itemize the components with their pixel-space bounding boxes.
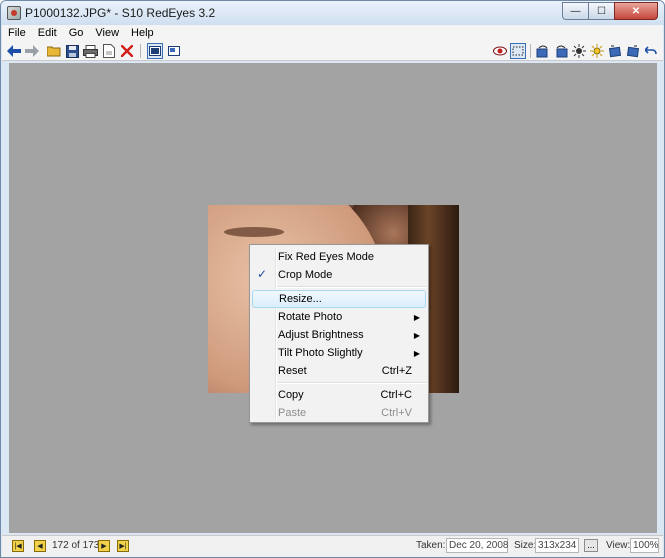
previous-photo-icon[interactable]: ◀ bbox=[34, 540, 46, 552]
open-folder-icon[interactable] bbox=[46, 43, 62, 59]
window-title: P1000132.JPG* - S10 RedEyes 3.2 bbox=[25, 6, 216, 20]
menu-item-label: Rotate Photo bbox=[278, 311, 343, 323]
crop-icon[interactable] bbox=[510, 43, 526, 59]
zoom-field: 100% bbox=[630, 538, 659, 553]
menu-edit[interactable]: Edit bbox=[38, 27, 57, 39]
menu-item-label: Paste bbox=[278, 407, 307, 419]
menu-item-adjust-brightness[interactable]: Adjust Brightness ▶ bbox=[252, 326, 426, 344]
photo-counter: 172 of 173 bbox=[52, 540, 100, 551]
first-photo-icon[interactable]: |◀ bbox=[12, 540, 24, 552]
document-icon[interactable] bbox=[101, 43, 117, 59]
menu-item-label: Tilt Photo Slightly bbox=[278, 347, 363, 359]
actual-size-icon[interactable] bbox=[166, 43, 182, 59]
menu-go[interactable]: Go bbox=[69, 27, 84, 39]
title-bar[interactable]: P1000132.JPG* - S10 RedEyes 3.2 — ☐ ✕ bbox=[1, 1, 664, 25]
menu-item-shortcut: Ctrl+C bbox=[380, 389, 412, 401]
menu-item-shortcut: Ctrl+Z bbox=[381, 365, 412, 377]
brightness-down-icon[interactable] bbox=[571, 43, 587, 59]
next-photo-icon[interactable]: ▶ bbox=[98, 540, 110, 552]
menu-separator bbox=[278, 286, 426, 288]
submenu-arrow-icon: ▶ bbox=[413, 312, 420, 322]
toolbar-separator bbox=[140, 44, 141, 58]
fit-window-icon[interactable] bbox=[147, 43, 163, 59]
tilt-left-icon[interactable] bbox=[607, 43, 623, 59]
menu-item-paste[interactable]: Paste Ctrl+V bbox=[252, 404, 426, 422]
menu-item-label: Reset bbox=[278, 365, 307, 377]
save-icon[interactable] bbox=[64, 43, 80, 59]
menu-item-tilt-photo-slightly[interactable]: Tilt Photo Slightly ▶ bbox=[252, 344, 426, 362]
size-label: Size: bbox=[514, 540, 537, 551]
menu-item-crop-mode[interactable]: ✓ Crop Mode bbox=[252, 266, 426, 284]
forward-icon[interactable] bbox=[24, 43, 40, 59]
taken-date-field: Dec 20, 2008 bbox=[446, 538, 509, 553]
menu-item-label: Resize... bbox=[279, 293, 322, 305]
size-field: 313x234 bbox=[535, 538, 579, 553]
tilt-right-icon[interactable] bbox=[625, 43, 641, 59]
menu-item-fix-red-eyes-mode[interactable]: Fix Red Eyes Mode bbox=[252, 248, 426, 266]
menu-item-resize[interactable]: Resize... bbox=[252, 290, 426, 308]
toolbar-separator bbox=[530, 44, 531, 58]
menu-separator bbox=[278, 382, 426, 384]
menu-item-label: Fix Red Eyes Mode bbox=[278, 251, 374, 263]
more-info-button[interactable]: ... bbox=[584, 539, 598, 552]
back-icon[interactable] bbox=[6, 43, 22, 59]
menu-item-reset[interactable]: Reset Ctrl+Z bbox=[252, 362, 426, 380]
menu-view[interactable]: View bbox=[95, 27, 119, 39]
menu-item-label: Adjust Brightness bbox=[278, 329, 364, 341]
menu-item-shortcut: Ctrl+V bbox=[381, 407, 412, 419]
last-photo-icon[interactable]: ▶| bbox=[117, 540, 129, 552]
taken-label: Taken: bbox=[416, 540, 446, 551]
print-icon[interactable] bbox=[82, 43, 98, 59]
menu-item-label: Crop Mode bbox=[278, 269, 333, 281]
menu-item-copy[interactable]: Copy Ctrl+C bbox=[252, 386, 426, 404]
undo-icon[interactable] bbox=[643, 43, 659, 59]
window-controls: — ☐ ✕ bbox=[562, 2, 658, 20]
checkmark-icon: ✓ bbox=[257, 267, 268, 281]
status-bar: |◀ ◀ 172 of 173 ▶ ▶| Taken: Dec 20, 2008… bbox=[2, 535, 663, 557]
rotate-right-icon[interactable] bbox=[553, 43, 569, 59]
close-button[interactable]: ✕ bbox=[614, 2, 658, 20]
maximize-button[interactable]: ☐ bbox=[588, 2, 615, 20]
brightness-up-icon[interactable] bbox=[589, 43, 605, 59]
menu-file[interactable]: File bbox=[8, 27, 26, 39]
rotate-left-icon[interactable] bbox=[535, 43, 551, 59]
view-label: View: bbox=[606, 540, 631, 551]
menu-item-rotate-photo[interactable]: Rotate Photo ▶ bbox=[252, 308, 426, 326]
app-window: P1000132.JPG* - S10 RedEyes 3.2 — ☐ ✕ Fi… bbox=[0, 0, 665, 558]
toolbar bbox=[2, 41, 663, 61]
app-icon[interactable] bbox=[7, 6, 21, 20]
submenu-arrow-icon: ▶ bbox=[413, 330, 420, 340]
delete-icon[interactable] bbox=[119, 43, 135, 59]
menu-help[interactable]: Help bbox=[131, 27, 154, 39]
context-menu: Fix Red Eyes Mode ✓ Crop Mode Resize... … bbox=[249, 244, 429, 423]
submenu-arrow-icon: ▶ bbox=[413, 348, 420, 358]
menu-bar: File Edit Go View Help bbox=[2, 25, 663, 41]
minimize-button[interactable]: — bbox=[562, 2, 589, 20]
menu-item-label: Copy bbox=[278, 389, 304, 401]
red-eye-icon[interactable] bbox=[492, 43, 508, 59]
